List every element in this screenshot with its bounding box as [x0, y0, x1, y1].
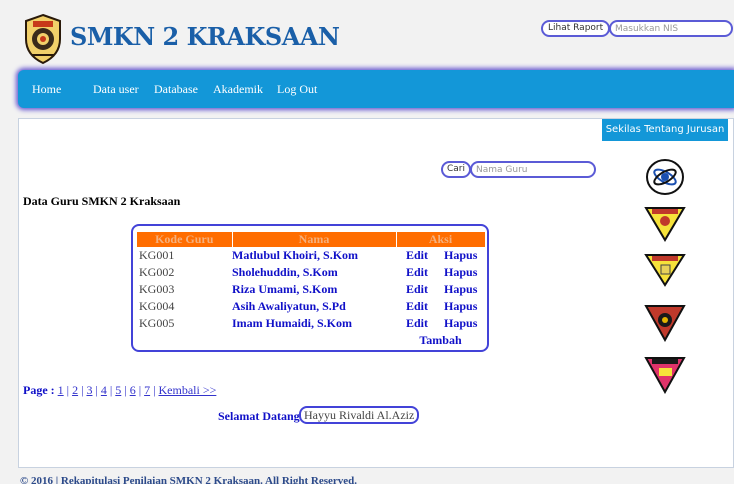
hapus-link[interactable]: Hapus	[444, 282, 477, 296]
kode-cell: KG001	[139, 248, 175, 262]
nav-database[interactable]: Database	[154, 82, 198, 97]
col-header-aksi: Aksi	[396, 232, 486, 247]
hapus-link[interactable]: Hapus	[444, 248, 477, 262]
kembali-link[interactable]: Kembali >>	[159, 383, 217, 397]
nama-cell: Asih Awaliyatun, S.Pd	[232, 299, 346, 313]
nav-home[interactable]: Home	[32, 82, 61, 97]
department-emblem-icon[interactable]	[644, 251, 686, 287]
table-row: KG002 Sholehuddin, S.Kom Edit Hapus	[137, 264, 485, 281]
edit-link[interactable]: Edit	[406, 248, 428, 262]
department-emblem-icon[interactable]	[642, 158, 688, 196]
footer-text: © 2016 | Rekapitulasi Penilaian SMKN 2 K…	[20, 475, 357, 484]
table-row: KG003 Riza Umami, S.Kom Edit Hapus	[137, 281, 485, 298]
nama-guru-input[interactable]	[470, 161, 596, 178]
nama-cell: Sholehuddin, S.Kom	[232, 265, 338, 279]
user-name-badge: Hayyu Rivaldi Al.Aziz	[299, 406, 420, 424]
department-emblem-icon[interactable]	[644, 302, 686, 342]
hapus-link[interactable]: Hapus	[444, 265, 477, 279]
edit-link[interactable]: Edit	[406, 282, 428, 296]
col-header-nama: Nama	[232, 232, 397, 247]
main-nav: Home Data user Database Akademik Log Out	[18, 70, 734, 108]
hapus-link[interactable]: Hapus	[444, 316, 477, 330]
kode-cell: KG003	[139, 282, 175, 296]
lihat-raport-button[interactable]: Lihat Raport	[541, 20, 611, 37]
school-logo	[25, 13, 61, 65]
kode-cell: KG004	[139, 299, 175, 313]
kode-cell: KG002	[139, 265, 175, 279]
edit-link[interactable]: Edit	[406, 299, 428, 313]
pagination: Page : 1 | 2 | 3 | 4 | 5 | 6 | 7 | Kemba…	[23, 383, 217, 397]
edit-link[interactable]: Edit	[406, 265, 428, 279]
nama-cell: Imam Humaidi, S.Kom	[232, 316, 353, 330]
col-header-kode: Kode Guru	[137, 232, 233, 247]
edit-link[interactable]: Edit	[406, 316, 428, 330]
page-title: Data Guru SMKN 2 Kraksaan	[23, 194, 181, 208]
teacher-table-container: Kode Guru Nama Aksi KG001 Matlubul Khoir…	[131, 224, 489, 352]
nis-input[interactable]	[609, 20, 733, 37]
site-title: SMKN 2 KRAKSAAN	[70, 22, 340, 51]
nav-logout[interactable]: Log Out	[277, 82, 317, 97]
table-row: KG004 Asih Awaliyatun, S.Pd Edit Hapus	[137, 298, 485, 315]
nav-akademik[interactable]: Akademik	[213, 82, 263, 97]
welcome-label: Selamat Datang	[218, 409, 300, 423]
hapus-link[interactable]: Hapus	[444, 299, 477, 313]
table-row: KG005 Imam Humaidi, S.Kom Edit Hapus	[137, 315, 485, 332]
nav-data-user[interactable]: Data user	[93, 82, 139, 97]
department-emblem-icon[interactable]	[644, 204, 686, 242]
sekilas-jurusan-button[interactable]: Sekilas Tentang Jurusan	[602, 119, 728, 141]
page-label: Page :	[23, 383, 55, 397]
tambah-link[interactable]: Tambah	[419, 333, 461, 347]
kode-cell: KG005	[139, 316, 175, 330]
nama-cell: Riza Umami, S.Kom	[232, 282, 338, 296]
teacher-table: Kode Guru Nama Aksi KG001 Matlubul Khoir…	[137, 232, 486, 349]
table-row: KG001 Matlubul Khoiri, S.Kom Edit Hapus	[137, 247, 485, 264]
department-emblem-icon[interactable]	[644, 354, 686, 394]
cari-button[interactable]: Cari	[441, 161, 471, 178]
nama-cell: Matlubul Khoiri, S.Kom	[232, 248, 359, 262]
